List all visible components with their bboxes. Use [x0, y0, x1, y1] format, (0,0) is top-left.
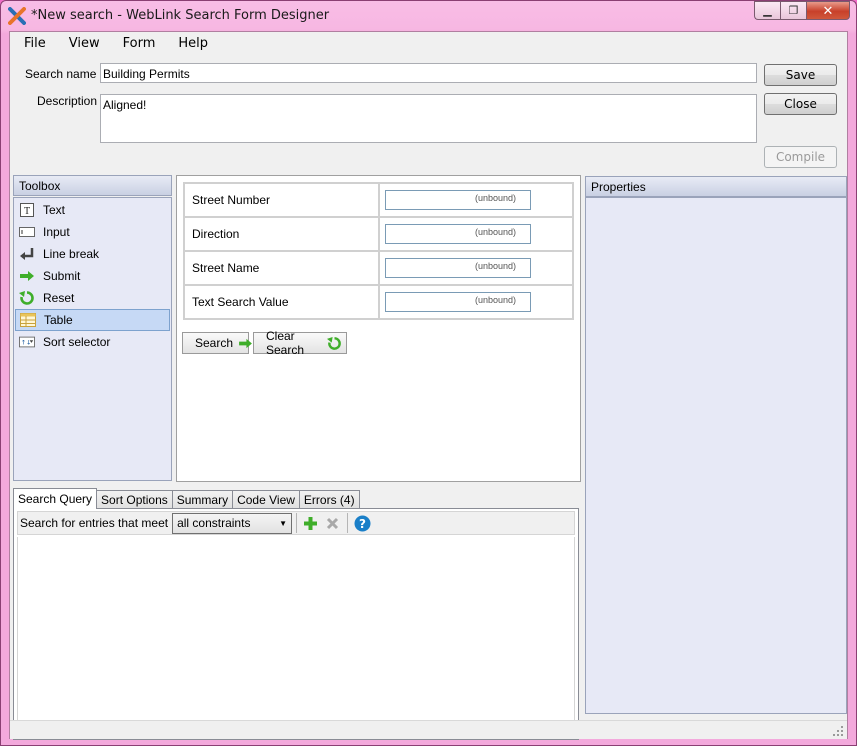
street-name-input[interactable]: (unbound)	[385, 258, 531, 278]
table-row[interactable]: Street Name (unbound)	[183, 250, 574, 286]
toolbar-separator	[347, 513, 349, 533]
minimize-icon: ▁	[763, 5, 772, 17]
toolbox-item-submit[interactable]: Submit	[15, 265, 170, 287]
constraint-list[interactable]	[17, 537, 575, 737]
street-number-input[interactable]: (unbound)	[385, 190, 531, 210]
remove-x-icon	[327, 517, 339, 529]
search-button-label: Search	[195, 336, 234, 350]
toolbox-item-sort-selector[interactable]: ↑↓ Sort selector	[15, 331, 170, 353]
svg-text:T: T	[24, 206, 30, 217]
field-label: Direction	[183, 216, 380, 252]
bottom-tab-strip: Search Query Sort Options Summary Code V…	[13, 488, 360, 509]
clear-search-label: Clear Search	[266, 329, 305, 357]
toolbox-panel: T Text Input Line break Submit Reset Tab…	[13, 197, 172, 481]
toolbox-item-label: Input	[43, 225, 70, 239]
submit-arrow-icon	[19, 268, 35, 284]
help-button[interactable]: ?	[354, 515, 371, 532]
constraint-mode-select[interactable]: all constraints ▼	[172, 512, 293, 534]
resize-grip-icon[interactable]	[833, 726, 844, 737]
menu-view[interactable]: View	[55, 32, 109, 54]
close-button[interactable]: Close	[764, 93, 837, 115]
field-label: Street Number	[183, 182, 380, 218]
title-bar[interactable]: *New search - WebLink Search Form Design…	[1, 1, 856, 31]
submit-arrow-icon	[238, 338, 253, 349]
restore-icon: ❐	[788, 5, 799, 17]
menu-form[interactable]: Form	[109, 32, 165, 54]
table-icon	[20, 312, 36, 328]
menu-help[interactable]: Help	[164, 32, 217, 54]
toolbox-header: Toolbox	[13, 175, 172, 196]
search-query-tab-page: Search for entries that meet all constra…	[13, 508, 579, 740]
toolbox-item-label: Sort selector	[43, 335, 111, 349]
table-row[interactable]: Text Search Value (unbound)	[183, 284, 574, 320]
direction-input[interactable]: (unbound)	[385, 224, 531, 244]
window-title: *New search - WebLink Search Form Design…	[31, 8, 330, 23]
help-icon: ?	[354, 515, 371, 531]
app-logo-icon	[8, 7, 26, 25]
toolbox-item-label: Text	[43, 203, 66, 217]
app-window: *New search - WebLink Search Form Design…	[0, 0, 857, 746]
text-search-value-input[interactable]: (unbound)	[385, 292, 531, 312]
status-bar	[10, 720, 847, 739]
client-area: File View Form Help Search name Building…	[9, 31, 848, 740]
save-button[interactable]: Save	[764, 64, 837, 86]
sort-selector-icon: ↑↓	[19, 334, 35, 350]
tab-sort-options[interactable]: Sort Options	[96, 490, 173, 509]
maximize-button[interactable]: ❐	[780, 1, 806, 20]
svg-text:↑↓: ↑↓	[21, 340, 31, 347]
field-label: Street Name	[183, 250, 380, 286]
tab-search-query[interactable]: Search Query	[13, 488, 98, 509]
description-label: Description	[37, 94, 98, 108]
tab-errors[interactable]: Errors (4)	[298, 490, 360, 509]
toolbox-item-line-break[interactable]: Line break	[15, 243, 170, 265]
menu-file[interactable]: File	[10, 32, 55, 54]
query-toolbar: Search for entries that meet all constra…	[17, 511, 575, 535]
table-row[interactable]: Street Number (unbound)	[183, 182, 574, 218]
svg-text:?: ?	[359, 517, 366, 531]
search-submit-button[interactable]: Search	[182, 332, 252, 354]
toolbox-item-label: Table	[44, 313, 73, 327]
toolbox-item-input[interactable]: Input	[15, 221, 170, 243]
reset-icon	[327, 336, 342, 351]
input-icon	[19, 224, 35, 240]
chevron-down-icon: ▼	[279, 518, 288, 528]
toolbox-item-text[interactable]: T Text	[15, 199, 170, 221]
constraint-mode-value: all constraints	[177, 516, 251, 530]
close-window-button[interactable]: ✕	[806, 1, 850, 20]
menu-bar: File View Form Help	[10, 32, 847, 54]
form-table[interactable]: Street Number (unbound) Direction (unbou…	[183, 182, 574, 320]
properties-header: Properties	[585, 176, 847, 197]
description-field[interactable]: Aligned!	[100, 94, 757, 143]
toolbox-item-label: Submit	[43, 269, 81, 283]
compile-button[interactable]: Compile	[764, 146, 837, 168]
toolbox-item-label: Reset	[43, 291, 75, 305]
table-row[interactable]: Direction (unbound)	[183, 216, 574, 252]
text-icon: T	[19, 202, 35, 218]
query-prefix-label: Search for entries that meet	[20, 516, 169, 530]
plus-icon	[304, 516, 318, 530]
toolbar-separator	[296, 513, 298, 533]
toolbox-item-label: Line break	[43, 247, 100, 261]
toolbox-item-table[interactable]: Table	[15, 309, 170, 331]
line-break-icon	[19, 246, 35, 262]
search-name-label: Search name	[25, 67, 97, 81]
properties-panel	[585, 197, 847, 714]
close-icon: ✕	[822, 2, 834, 18]
minimize-button[interactable]: ▁	[754, 1, 780, 20]
search-name-field[interactable]: Building Permits	[100, 63, 757, 83]
add-constraint-button[interactable]	[303, 516, 318, 531]
tab-code-view[interactable]: Code View	[232, 490, 300, 509]
reset-icon	[19, 290, 35, 306]
clear-search-button[interactable]: Clear Search	[253, 329, 347, 357]
form-designer-canvas[interactable]: Street Number (unbound) Direction (unbou…	[176, 175, 581, 482]
toolbox-item-reset[interactable]: Reset	[15, 287, 170, 309]
remove-constraint-button[interactable]	[326, 517, 339, 530]
tab-summary[interactable]: Summary	[171, 490, 234, 509]
field-label: Text Search Value	[183, 284, 380, 320]
